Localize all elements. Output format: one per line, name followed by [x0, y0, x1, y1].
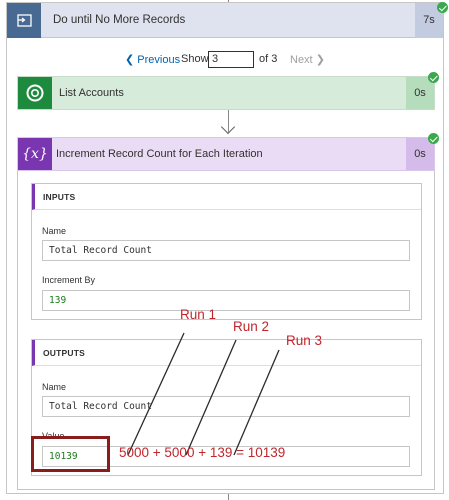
run2-annotation: Run 2: [233, 319, 270, 334]
run1-annotation: Run 1: [180, 307, 217, 322]
run2-line: [185, 339, 237, 456]
sum-equation-annotation: 5000 + 5000 + 139 = 10139: [119, 445, 286, 460]
run3-line: [233, 349, 280, 456]
run3-annotation: Run 3: [286, 333, 323, 348]
annotation-lines: [127, 332, 280, 456]
run1-line: [127, 332, 185, 456]
value-highlight-box: [31, 436, 110, 472]
